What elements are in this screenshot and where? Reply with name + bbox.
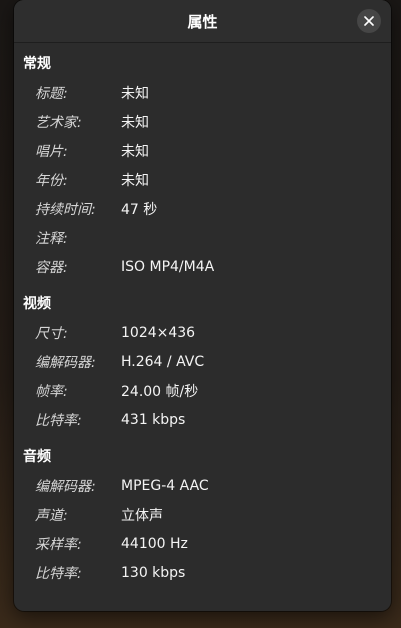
property-row-audio-codec: 编解码器: MPEG-4 AAC: [14, 471, 391, 500]
property-label: 采样率:: [35, 536, 82, 553]
property-row-video-codec: 编解码器: H.264 / AVC: [14, 347, 391, 376]
property-value: 47 秒: [121, 201, 158, 218]
property-label: 声道:: [35, 507, 68, 524]
property-value: 未知: [121, 143, 149, 160]
section-general: 常规 标题: 未知 艺术家: 未知 唱片: 未知 年份: 未知 持续时间: 47…: [14, 51, 391, 281]
property-value: 431 kbps: [121, 411, 186, 428]
property-value: 1024×436: [121, 324, 196, 341]
property-label: 注释:: [35, 230, 68, 247]
property-label: 容器:: [35, 259, 68, 276]
property-value: 立体声: [121, 507, 163, 524]
property-label: 唱片:: [35, 143, 68, 160]
property-label: 年份:: [35, 172, 68, 189]
close-icon: [364, 16, 374, 26]
property-label: 比特率:: [35, 565, 82, 582]
close-button[interactable]: [357, 9, 381, 33]
property-row-video-bitrate: 比特率: 431 kbps: [14, 405, 391, 434]
property-row-duration: 持续时间: 47 秒: [14, 194, 391, 223]
property-label: 艺术家:: [35, 114, 82, 131]
property-row-title: 标题: 未知: [14, 78, 391, 107]
property-label: 持续时间:: [35, 201, 96, 218]
property-row-year: 年份: 未知: [14, 165, 391, 194]
properties-content: 常规 标题: 未知 艺术家: 未知 唱片: 未知 年份: 未知 持续时间: 47…: [14, 43, 391, 587]
section-video: 视频 尺寸: 1024×436 编解码器: H.264 / AVC 帧率: 24…: [14, 291, 391, 434]
property-value: ISO MP4/M4A: [121, 258, 215, 275]
property-label: 帧率:: [35, 383, 68, 400]
property-label: 标题:: [35, 85, 68, 102]
property-row-artist: 艺术家: 未知: [14, 107, 391, 136]
property-row-container: 容器: ISO MP4/M4A: [14, 252, 391, 281]
property-row-dimensions: 尺寸: 1024×436: [14, 318, 391, 347]
header-bar: 属性: [14, 0, 391, 43]
property-row-samplerate: 采样率: 44100 Hz: [14, 529, 391, 558]
property-row-channels: 声道: 立体声: [14, 500, 391, 529]
properties-dialog: 属性 常规 标题: 未知 艺术家: 未知 唱片: 未知 年份: 未知 持续时间:…: [14, 0, 391, 611]
property-value: H.264 / AVC: [121, 353, 205, 370]
section-title: 视频: [23, 296, 51, 312]
property-row-framerate: 帧率: 24.00 帧/秒: [14, 376, 391, 405]
property-value: 未知: [121, 172, 149, 189]
property-label: 编解码器:: [35, 354, 96, 371]
property-value: MPEG-4 AAC: [121, 477, 209, 494]
property-value: 未知: [121, 114, 149, 131]
property-row-audio-bitrate: 比特率: 130 kbps: [14, 558, 391, 587]
section-title: 常规: [23, 56, 51, 72]
section-title: 音频: [23, 449, 51, 465]
property-value: 44100 Hz: [121, 535, 188, 552]
property-row-album: 唱片: 未知: [14, 136, 391, 165]
property-value: 24.00 帧/秒: [121, 383, 199, 400]
section-audio: 音频 编解码器: MPEG-4 AAC 声道: 立体声 采样率: 44100 H…: [14, 444, 391, 587]
property-label: 尺寸:: [35, 325, 68, 342]
property-label: 编解码器:: [35, 478, 96, 495]
dialog-title: 属性: [187, 13, 218, 31]
property-row-comment: 注释:: [14, 223, 391, 252]
property-value: 130 kbps: [121, 564, 186, 581]
property-value: 未知: [121, 85, 149, 102]
property-label: 比特率:: [35, 412, 82, 429]
